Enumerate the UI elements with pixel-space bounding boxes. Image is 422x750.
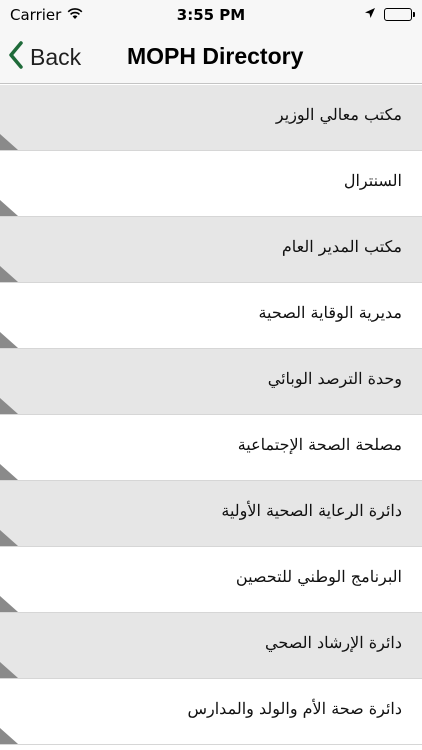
corner-triangle-icon	[0, 464, 18, 480]
list-item[interactable]: مكتب معالي الوزير	[0, 85, 422, 151]
back-button[interactable]: Back	[8, 40, 81, 74]
directory-list: مكتب معالي الوزير السنترال مكتب المدير ا…	[0, 85, 422, 745]
list-item-label: مكتب معالي الوزير	[275, 105, 402, 124]
list-item[interactable]: مصلحة الصحة الإجتماعية	[0, 415, 422, 481]
list-item[interactable]: دائرة الرعاية الصحية الأولية	[0, 481, 422, 547]
list-item[interactable]: البرنامج الوطني للتحصين	[0, 547, 422, 613]
status-bar: Carrier 3:55 PM	[0, 0, 422, 30]
list-item[interactable]: دائرة صحة الأم والولد والمدارس	[0, 679, 422, 745]
back-label: Back	[30, 43, 82, 70]
corner-triangle-icon	[0, 398, 18, 414]
corner-triangle-icon	[0, 728, 18, 744]
corner-triangle-icon	[0, 530, 18, 546]
status-right	[364, 5, 415, 23]
corner-triangle-icon	[0, 332, 18, 348]
list-item-label: وحدة الترصد الوبائي	[267, 369, 402, 388]
list-item[interactable]: مكتب المدير العام	[0, 217, 422, 283]
corner-triangle-icon	[0, 662, 18, 678]
list-item-label: دائرة الرعاية الصحية الأولية	[221, 501, 402, 520]
list-item-label: مكتب المدير العام	[281, 237, 402, 256]
list-item[interactable]: مديرية الوقاية الصحية	[0, 283, 422, 349]
list-item[interactable]: السنترال	[0, 151, 422, 217]
corner-triangle-icon	[0, 134, 18, 150]
list-item-label: البرنامج الوطني للتحصين	[235, 567, 402, 586]
list-item-label: السنترال	[343, 171, 402, 190]
page-title: MOPH Directory	[127, 43, 304, 69]
corner-triangle-icon	[0, 266, 18, 282]
list-item-label: دائرة صحة الأم والولد والمدارس	[187, 699, 402, 718]
navigation-bar: Back MOPH Directory	[0, 30, 422, 84]
location-arrow-icon	[364, 5, 376, 23]
corner-triangle-icon	[0, 200, 18, 216]
list-item-label: مصلحة الصحة الإجتماعية	[237, 435, 402, 454]
list-item[interactable]: وحدة الترصد الوبائي	[0, 349, 422, 415]
corner-triangle-icon	[0, 596, 18, 612]
chevron-left-icon	[8, 41, 24, 73]
status-time: 3:55 PM	[176, 6, 246, 24]
list-item-label: دائرة الإرشاد الصحي	[265, 633, 402, 652]
list-item[interactable]: دائرة الإرشاد الصحي	[0, 613, 422, 679]
battery-icon	[384, 7, 415, 21]
list-item-label: مديرية الوقاية الصحية	[258, 303, 402, 322]
